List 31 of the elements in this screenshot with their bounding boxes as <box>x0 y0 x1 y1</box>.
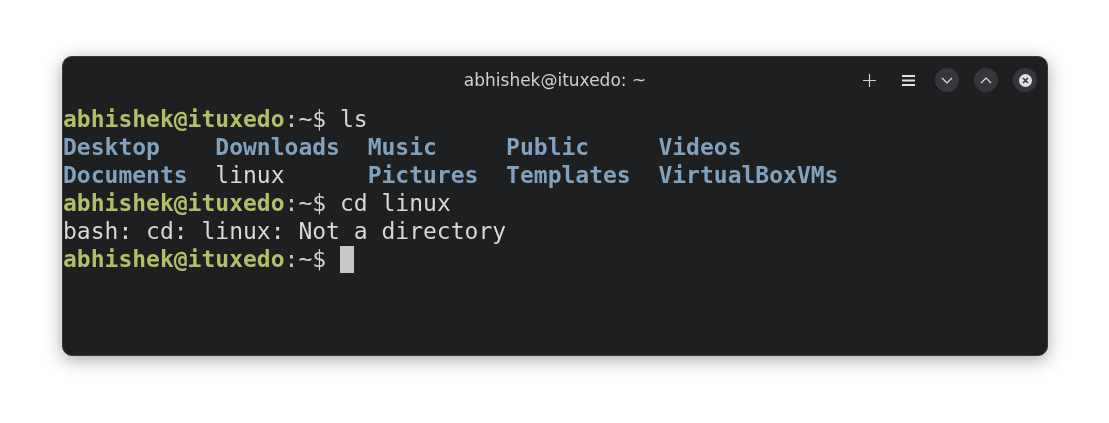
prompt-path: ~$ <box>298 105 327 133</box>
prompt-user: abhishek@ituxedo <box>63 189 285 217</box>
prompt-separator: : <box>284 189 299 217</box>
file-name: linux <box>215 162 285 188</box>
output-text: bash: cd: linux: Not a directory <box>63 217 507 245</box>
prompt-separator: : <box>284 245 299 273</box>
directory-name: VirtualBoxVMs <box>658 162 839 188</box>
directory-name: Documents <box>63 162 188 188</box>
directory-name: Desktop <box>63 134 160 160</box>
menu-icon <box>901 74 915 86</box>
minimize-button[interactable] <box>935 68 959 92</box>
chevron-up-icon <box>980 76 992 84</box>
directory-name: Videos <box>658 134 742 160</box>
close-icon <box>1018 73 1032 87</box>
command-text: cd linux <box>339 189 451 217</box>
prompt-path: ~$ <box>298 245 327 273</box>
directory-name: Templates <box>506 162 631 188</box>
maximize-button[interactable] <box>974 68 998 92</box>
prompt-separator: : <box>284 105 299 133</box>
directory-name: Music <box>367 134 437 160</box>
prompt-user: abhishek@ituxedo <box>63 245 285 273</box>
chevron-down-icon <box>941 76 953 84</box>
directory-name: Public <box>506 134 590 160</box>
window-title: abhishek@ituxedo: ~ <box>463 69 647 93</box>
prompt-path: ~$ <box>298 189 327 217</box>
plus-icon <box>862 73 876 87</box>
directory-name: Pictures <box>367 162 479 188</box>
prompt-user: abhishek@ituxedo <box>63 105 285 133</box>
close-button[interactable] <box>1013 68 1037 92</box>
command-text: ls <box>339 105 368 133</box>
directory-name: Downloads <box>215 134 340 160</box>
